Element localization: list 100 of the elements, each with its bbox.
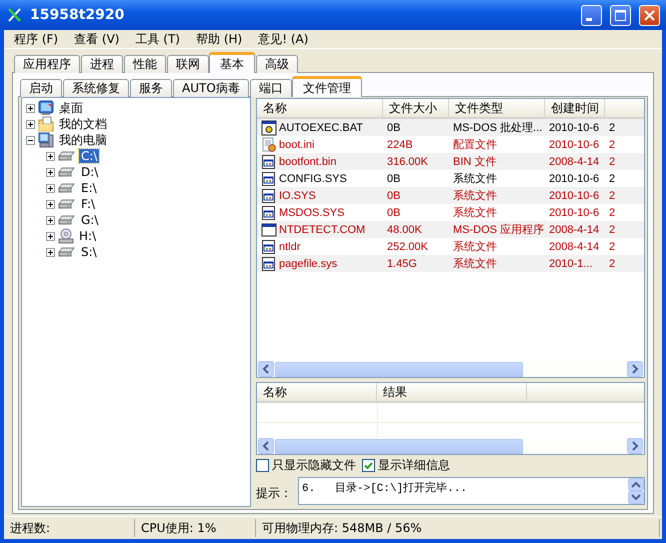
column-header[interactable]: 文件类型 bbox=[449, 99, 545, 117]
tree-item[interactable]: C:\ bbox=[79, 149, 100, 163]
notepad-gear-icon bbox=[261, 136, 277, 152]
hint-text: 6. 目录->[C:\]打开完毕... bbox=[301, 480, 468, 497]
table-cell: 316.00K bbox=[387, 156, 428, 168]
table-cell: 2010-10-6 bbox=[549, 206, 600, 218]
window-file-icon bbox=[261, 154, 277, 170]
table-cell: 2 bbox=[609, 258, 616, 270]
expander-icon[interactable] bbox=[46, 152, 55, 160]
table-cell: bootfont.bin bbox=[279, 156, 336, 168]
tree-item[interactable]: 我的电脑 bbox=[57, 133, 109, 147]
column-header[interactable]: 名称 bbox=[257, 99, 383, 117]
table-cell-text: 系统文件 bbox=[453, 206, 497, 220]
menu-item[interactable]: 帮助 (H) bbox=[188, 30, 250, 48]
table-cell: 2010-10-6 bbox=[549, 190, 600, 202]
checkbox[interactable] bbox=[362, 458, 375, 472]
checkbox-label[interactable]: 只显示隐藏文件 bbox=[272, 456, 356, 474]
tree-item[interactable]: F:\ bbox=[79, 197, 98, 211]
table-cell: 2010-1... bbox=[549, 258, 592, 270]
column-header[interactable]: 文件大小 bbox=[383, 99, 449, 117]
table-cell: 224B bbox=[387, 138, 413, 150]
expander-icon[interactable] bbox=[46, 248, 55, 256]
tab[interactable]: 应用程序 bbox=[14, 55, 80, 73]
table-cell: 1.45G bbox=[387, 258, 417, 270]
expander-icon[interactable] bbox=[46, 184, 55, 192]
tree-item[interactable]: E:\ bbox=[79, 181, 99, 195]
table-cell: IO.SYS bbox=[279, 190, 316, 202]
menu-item[interactable]: 意见! (A) bbox=[250, 30, 316, 48]
table-cell-text: MS-DOS 应用程序 bbox=[453, 222, 544, 237]
tab[interactable]: 基本 bbox=[209, 52, 255, 73]
column-header[interactable]: 名称 bbox=[257, 383, 377, 402]
table-cell: 2008-4-14 bbox=[549, 156, 600, 168]
window-icon bbox=[261, 222, 277, 238]
expander-icon[interactable] bbox=[26, 104, 35, 112]
checkbox-label[interactable]: 显示详细信息 bbox=[378, 456, 450, 474]
checkbox[interactable] bbox=[256, 458, 269, 472]
menu-item[interactable]: 工具 (T) bbox=[127, 30, 188, 48]
table-cell: 2 bbox=[609, 172, 616, 184]
tab[interactable]: 端口 bbox=[250, 79, 292, 97]
column-header[interactable]: 结果 bbox=[377, 383, 527, 402]
tree-item[interactable]: H:\ bbox=[77, 229, 98, 243]
expander-icon[interactable] bbox=[46, 168, 55, 176]
table-cell: 2 bbox=[609, 206, 616, 218]
expander-icon[interactable] bbox=[46, 232, 55, 240]
maximize-icon bbox=[614, 8, 627, 22]
table-cell: NTDETECT.COM bbox=[279, 224, 366, 236]
tab[interactable]: 文件管理 bbox=[292, 76, 362, 97]
table-cell: 2 bbox=[609, 224, 616, 236]
tab[interactable]: 服务 bbox=[130, 79, 172, 97]
table-cell: 2010-10-6 bbox=[549, 122, 600, 134]
tab[interactable]: 启动 bbox=[20, 79, 62, 97]
table-cell-text: 配置文件 bbox=[453, 138, 497, 152]
tree-item[interactable]: D:\ bbox=[79, 165, 100, 179]
tab[interactable]: 联网 bbox=[167, 55, 209, 73]
tools-icon bbox=[6, 6, 24, 24]
close-button[interactable] bbox=[639, 4, 660, 26]
minimize-icon bbox=[586, 18, 592, 20]
expander-icon[interactable] bbox=[46, 216, 55, 224]
table-cell: 0B bbox=[387, 172, 400, 184]
expander-icon[interactable] bbox=[46, 200, 55, 208]
column-header[interactable]: 创建时间 bbox=[545, 99, 605, 117]
table-cell: CONFIG.SYS bbox=[279, 172, 347, 184]
tab[interactable]: 进程 bbox=[81, 55, 123, 73]
tree-item[interactable]: G:\ bbox=[79, 213, 100, 227]
tree-item[interactable]: S:\ bbox=[79, 245, 99, 259]
tab[interactable]: AUTO病毒 bbox=[173, 79, 249, 97]
table-cell: 2010-10-6 bbox=[549, 138, 600, 150]
status-text: CPU使用: 1% bbox=[137, 519, 256, 537]
window-file-icon bbox=[261, 170, 277, 186]
menu-item[interactable]: 程序 (F) bbox=[6, 30, 66, 48]
table-cell-text: 系统文件 bbox=[453, 240, 497, 254]
scroll-thumb[interactable] bbox=[275, 362, 523, 378]
desktop-icon bbox=[38, 100, 54, 116]
maximize-button[interactable] bbox=[610, 4, 631, 26]
table-cell: AUTOEXEC.BAT bbox=[279, 122, 363, 134]
table-cell: 252.00K bbox=[387, 240, 428, 252]
tree-item[interactable]: 桌面 bbox=[57, 101, 85, 115]
menu-item[interactable]: 查看 (V) bbox=[66, 30, 128, 48]
table-cell: pagefile.sys bbox=[279, 258, 338, 270]
table-cell: 48.00K bbox=[387, 224, 422, 236]
expander-icon[interactable] bbox=[26, 120, 35, 128]
tree-item[interactable]: 我的文档 bbox=[57, 117, 109, 131]
tab[interactable]: 高级 bbox=[256, 55, 298, 73]
table-cell: MSDOS.SYS bbox=[279, 206, 344, 218]
table-cell: 2 bbox=[609, 190, 616, 202]
table-cell: 2 bbox=[609, 138, 616, 150]
table-cell: ntldr bbox=[279, 240, 300, 252]
minimize-button[interactable] bbox=[581, 4, 602, 26]
table-cell: 2008-4-14 bbox=[549, 240, 600, 252]
tab[interactable]: 性能 bbox=[124, 55, 166, 73]
table-cell: 2008-4-14 bbox=[549, 224, 600, 236]
expander-icon[interactable] bbox=[26, 136, 35, 144]
scroll-thumb[interactable] bbox=[275, 438, 523, 454]
window-file-icon bbox=[261, 188, 277, 204]
window-file-icon bbox=[261, 204, 277, 220]
table-cell: 2010-10-6 bbox=[549, 172, 600, 184]
computer-icon bbox=[38, 132, 54, 148]
window-title: 15958t2920 bbox=[30, 7, 126, 23]
table-cell-text: 系统文件 bbox=[453, 256, 497, 271]
tab[interactable]: 系统修复 bbox=[63, 79, 129, 97]
